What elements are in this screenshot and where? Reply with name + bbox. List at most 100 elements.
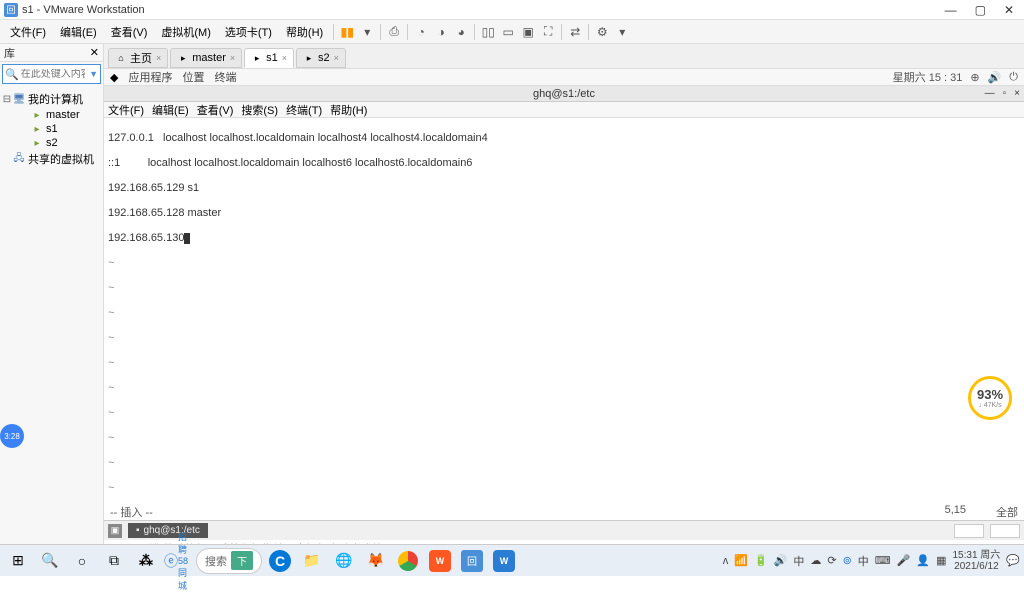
vm-icon: ▸ xyxy=(177,52,189,64)
app-edge[interactable]: C xyxy=(266,547,294,575)
gnome-clock[interactable]: 星期六 15 : 31 xyxy=(893,69,963,85)
tray-apps-icon[interactable]: ▦ xyxy=(936,554,946,567)
tree-node-mycomputer[interactable]: ⊟🖥我的计算机 xyxy=(2,90,101,108)
app-360[interactable]: ⁂ xyxy=(132,547,160,575)
app-wps2[interactable]: W xyxy=(490,547,518,575)
home-icon: ⌂ xyxy=(115,52,127,64)
manage-snapshot-button[interactable]: ◕ xyxy=(452,23,470,41)
tree-node-s2[interactable]: ▸s2 xyxy=(2,136,101,150)
tab-close-icon[interactable]: × xyxy=(230,53,235,63)
cortana-button[interactable]: ○ xyxy=(68,547,96,575)
workspace-switcher[interactable] xyxy=(954,524,984,538)
menu-edit[interactable]: 编辑(E) xyxy=(54,22,103,42)
app-menubar: 文件(F) 编辑(E) 查看(V) 虚拟机(M) 选项卡(T) 帮助(H) ▮▮… xyxy=(0,20,1024,44)
app-explorer[interactable]: 📁 xyxy=(298,547,326,575)
maximize-button[interactable]: ▢ xyxy=(975,3,986,17)
gnome-terminal[interactable]: 终端 xyxy=(214,69,236,85)
tray-shield-icon[interactable]: ⊚ xyxy=(843,554,852,567)
menu-help[interactable]: 帮助(H) xyxy=(280,22,329,42)
search-input[interactable] xyxy=(21,69,85,80)
gnome-task-terminal[interactable]: ▪ ghq@s1:/etc xyxy=(128,523,208,538)
start-button[interactable]: ⊞ xyxy=(4,547,32,575)
menu-view[interactable]: 查看(V) xyxy=(105,22,154,42)
tray-battery-icon[interactable]: 🔋 xyxy=(754,554,768,567)
settings-button[interactable]: ⚙ xyxy=(593,23,611,41)
tab-close-icon[interactable]: × xyxy=(334,53,339,63)
minimize-button[interactable]: — xyxy=(945,3,957,17)
volume-icon[interactable]: 🔊 xyxy=(988,71,1002,84)
tray-keyboard-icon[interactable]: ⌨ xyxy=(875,554,891,567)
terminal-body[interactable]: 127.0.0.1 localhost localhost.localdomai… xyxy=(104,118,1024,504)
tree-node-s1[interactable]: ▸s1 xyxy=(2,122,101,136)
console-button[interactable]: ▭ xyxy=(499,23,517,41)
tray-expand-icon[interactable]: ʌ xyxy=(723,555,729,567)
tray-user-icon[interactable]: 👤 xyxy=(916,554,930,567)
fullscreen-button[interactable]: ⛶ xyxy=(539,23,557,41)
send-ctrl-alt-del-button[interactable]: ⎙ xyxy=(385,23,403,41)
sogou-search[interactable]: 搜索 下 xyxy=(196,548,262,574)
tree-node-master[interactable]: ▸master xyxy=(2,108,101,122)
notifications-button[interactable]: 💬 xyxy=(1006,554,1020,567)
term-menu-edit[interactable]: 编辑(E) xyxy=(152,102,189,118)
chevron-down-icon[interactable]: ▼ xyxy=(89,69,98,79)
sidebar-search[interactable]: 🔍 ▼ xyxy=(2,64,101,84)
gnome-places[interactable]: 位置 xyxy=(182,69,204,85)
menu-vm[interactable]: 虚拟机(M) xyxy=(155,22,217,42)
app-vmware[interactable]: 回 xyxy=(458,547,486,575)
revert-button[interactable]: ◑ xyxy=(432,23,450,41)
app-firefox[interactable]: 🦊 xyxy=(362,547,390,575)
term-menu-view[interactable]: 查看(V) xyxy=(197,102,234,118)
term-tilde: ~ xyxy=(108,457,1020,470)
cycle-button[interactable]: ⇄ xyxy=(566,23,584,41)
accelerator-widget[interactable]: 93% ↓ 47K/s xyxy=(968,376,1012,420)
vm-icon: ▸ xyxy=(303,52,315,64)
term-maximize-button[interactable]: ▫ xyxy=(1003,88,1007,99)
tab-close-icon[interactable]: × xyxy=(156,53,161,63)
tab-s2[interactable]: ▸s2× xyxy=(296,48,346,68)
taskbar-clock[interactable]: 15:31 周六 2021/6/12 xyxy=(952,550,1000,572)
term-menu-file[interactable]: 文件(F) xyxy=(108,102,144,118)
close-button[interactable]: ✕ xyxy=(1004,3,1014,17)
tray-cloud-icon[interactable]: ☁ xyxy=(810,554,821,567)
time-badge[interactable]: 3:28 xyxy=(0,424,24,448)
app-chrome[interactable] xyxy=(394,547,422,575)
tray-sync-icon[interactable]: ⟳ xyxy=(827,554,836,567)
app-browser-360[interactable]: 🌐 xyxy=(330,547,358,575)
vm-icon: ▸ xyxy=(251,52,263,64)
dropdown-icon[interactable]: ▾ xyxy=(613,23,631,41)
sidebar-close-button[interactable]: ✕ xyxy=(90,46,99,59)
term-minimize-button[interactable]: — xyxy=(985,88,995,99)
tab-home[interactable]: ⌂主页× xyxy=(108,48,168,68)
taskview-button[interactable]: ⧉ xyxy=(100,547,128,575)
tray-mic-icon[interactable]: 🎤 xyxy=(897,554,911,567)
tab-close-icon[interactable]: × xyxy=(282,53,287,63)
power-icon[interactable]: ⏻ xyxy=(1009,71,1018,84)
tray-wifi-icon[interactable]: 📶 xyxy=(734,554,748,567)
search-go-button[interactable]: 下 xyxy=(231,551,253,570)
unity-button[interactable]: ▯▯ xyxy=(479,23,497,41)
workspace-switcher[interactable] xyxy=(990,524,1020,538)
snapshot-button[interactable]: ◔ xyxy=(412,23,430,41)
term-menu-help[interactable]: 帮助(H) xyxy=(330,102,367,118)
pause-button[interactable]: ▮▮ xyxy=(338,23,356,41)
app-ie[interactable]: ⓔ 招聘58同城 xyxy=(164,547,192,575)
dropdown-icon[interactable]: ▾ xyxy=(358,23,376,41)
terminal-launcher-icon[interactable]: ▣ xyxy=(108,524,122,538)
tray-ime2-icon[interactable]: 中 xyxy=(858,553,869,569)
tree-node-shared[interactable]: 🖧共享的虚拟机 xyxy=(2,150,101,168)
gnome-applications[interactable]: 应用程序 xyxy=(128,69,172,85)
menu-tabs[interactable]: 选项卡(T) xyxy=(219,22,278,42)
network-icon[interactable]: ⊕ xyxy=(970,71,979,84)
tray-volume-icon[interactable]: 🔊 xyxy=(774,554,788,567)
gnome-apps-icon[interactable]: ◆ xyxy=(110,71,118,84)
term-menu-terminal[interactable]: 终端(T) xyxy=(286,102,322,118)
app-wps[interactable]: W xyxy=(426,547,454,575)
tab-s1[interactable]: ▸s1× xyxy=(244,48,294,68)
stretch-button[interactable]: ▣ xyxy=(519,23,537,41)
search-button[interactable]: 🔍 xyxy=(36,547,64,575)
tab-master[interactable]: ▸master× xyxy=(170,48,242,68)
tray-ime-icon[interactable]: 中 xyxy=(793,553,804,569)
menu-file[interactable]: 文件(F) xyxy=(4,22,52,42)
term-menu-search[interactable]: 搜索(S) xyxy=(241,102,278,118)
term-close-button[interactable]: × xyxy=(1014,88,1020,99)
